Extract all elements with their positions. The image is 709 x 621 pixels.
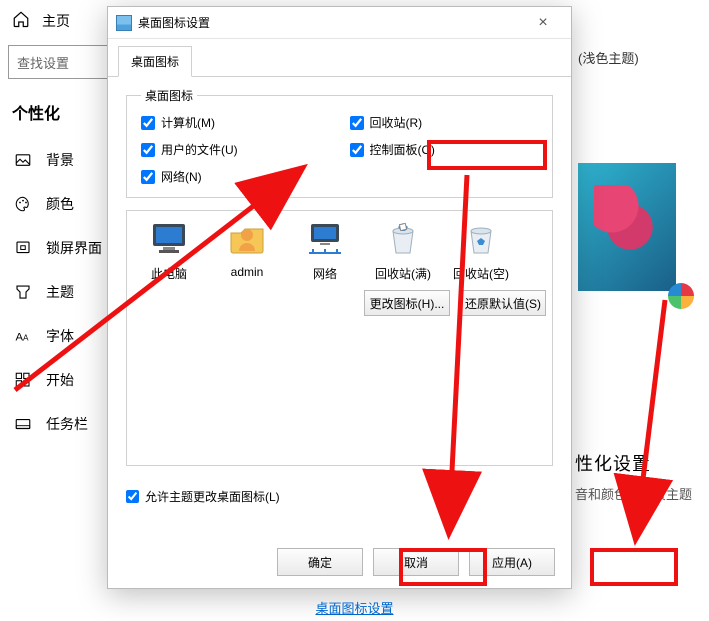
icon-preview-box: 此电脑 admin 网络 回收站(满) 回收站(空) <box>126 210 553 466</box>
icon-thispc[interactable]: 此电脑 <box>133 219 205 282</box>
icon-userfolder[interactable]: admin <box>211 219 283 282</box>
cancel-button[interactable]: 取消 <box>373 548 459 576</box>
desktop-icon-settings-dialog: 桌面图标设置 × 桌面图标 桌面图标 计算机(M) 回收站(R) 用户的文件(U… <box>107 6 572 589</box>
palette-icon <box>14 195 32 213</box>
icon-network[interactable]: 网络 <box>289 219 361 282</box>
home-label[interactable]: 主页 <box>42 11 70 31</box>
home-icon <box>12 10 30 31</box>
apply-button[interactable]: 应用(A) <box>469 548 555 576</box>
svg-text:A: A <box>23 334 29 343</box>
lockscreen-icon <box>14 239 32 257</box>
change-icon-button[interactable]: 更改图标(H)... <box>364 290 450 316</box>
restore-default-button[interactable]: 还原默认值(S) <box>460 290 546 316</box>
icon-recyclebin-full[interactable]: 回收站(满) <box>367 219 439 282</box>
more-heading: 性化设置 <box>575 450 651 476</box>
icon-recyclebin-empty[interactable]: 回收站(空) <box>445 219 517 282</box>
theme-thumbnail[interactable] <box>578 163 676 291</box>
check-computer[interactable]: 计算机(M) <box>141 114 330 131</box>
check-controlpanel[interactable]: 控制面板(O) <box>350 141 539 158</box>
theme-label: (浅色主题) <box>578 48 698 67</box>
desktop-icon-settings-link[interactable]: 桌面图标设置 <box>315 598 393 617</box>
taskbar-icon <box>14 415 32 433</box>
font-icon: AA <box>14 327 32 345</box>
start-icon <box>14 371 32 389</box>
group-legend: 桌面图标 <box>141 87 197 104</box>
ok-button[interactable]: 确定 <box>277 548 363 576</box>
allow-theme-checkbox[interactable]: 允许主题更改桌面图标(L) <box>126 488 553 505</box>
dialog-title: 桌面图标设置 <box>138 14 210 31</box>
check-recyclebin[interactable]: 回收站(R) <box>350 114 539 131</box>
picture-icon <box>14 151 32 169</box>
dialog-icon <box>116 15 132 31</box>
tab-desktop-icons[interactable]: 桌面图标 <box>118 46 192 77</box>
check-userfiles[interactable]: 用户的文件(U) <box>141 141 330 158</box>
check-network[interactable]: 网络(N) <box>141 168 330 185</box>
theme-icon <box>14 283 32 301</box>
close-icon[interactable]: × <box>523 14 563 32</box>
more-sub: 音和颜色的免费主题 <box>575 484 692 503</box>
